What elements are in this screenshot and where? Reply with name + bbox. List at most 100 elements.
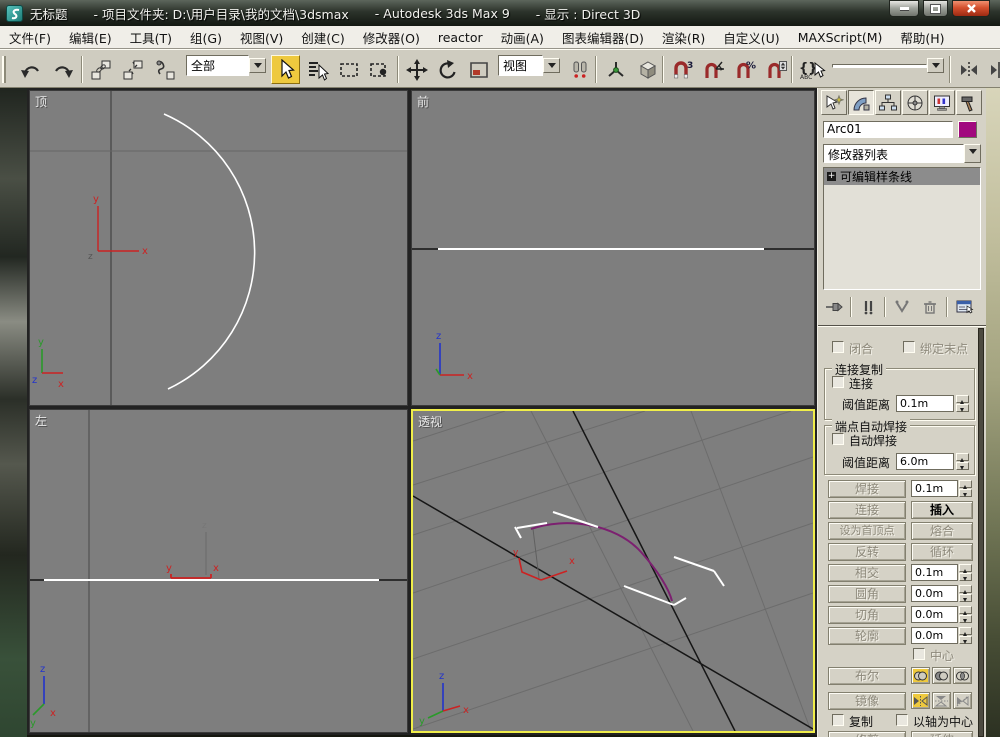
- keyboard-shortcut-override-button[interactable]: [633, 55, 662, 84]
- reverse-button[interactable]: 反转: [828, 543, 906, 561]
- align-button-partial[interactable]: [985, 55, 1000, 84]
- tab-create[interactable]: [821, 90, 847, 115]
- center-checkbox[interactable]: [913, 648, 925, 660]
- auto-weld-checkbox[interactable]: [832, 433, 844, 445]
- fillet-field[interactable]: 0.0m: [911, 585, 958, 602]
- percent-snap-toggle-button[interactable]: %: [731, 55, 760, 84]
- outline-button[interactable]: 轮廓: [828, 627, 906, 645]
- about-pivot-checkbox[interactable]: [896, 714, 908, 726]
- object-name-field[interactable]: Arc01: [823, 121, 953, 138]
- select-and-link-button[interactable]: [86, 55, 115, 84]
- outline-field[interactable]: 0.0m: [911, 627, 958, 644]
- viewport-perspective-label[interactable]: 透视: [418, 413, 442, 430]
- chamfer-field[interactable]: 0.0m: [911, 606, 958, 623]
- fuse-button[interactable]: 熔合: [911, 522, 973, 540]
- angle-snap-toggle-button[interactable]: [699, 55, 728, 84]
- expand-plus-icon[interactable]: +: [827, 172, 836, 181]
- make-unique-button[interactable]: [888, 296, 916, 318]
- viewport-front[interactable]: 前 z x: [411, 90, 815, 406]
- menu-animation[interactable]: 动画(A): [492, 28, 553, 47]
- cross-insert-field[interactable]: 0.1m: [911, 564, 958, 581]
- mirror-vertical-button[interactable]: [932, 692, 951, 709]
- viewport-left-label[interactable]: 左: [35, 412, 47, 429]
- named-selection-sets-button[interactable]: {} ABC: [796, 55, 830, 84]
- tab-motion[interactable]: [902, 90, 928, 115]
- menu-customize[interactable]: 自定义(U): [714, 28, 788, 47]
- named-selection-dropdown[interactable]: [832, 55, 944, 76]
- stack-item-editable-spline[interactable]: + 可编辑样条线: [824, 168, 980, 185]
- menu-help[interactable]: 帮助(H): [891, 28, 953, 47]
- boolean-intersection-button[interactable]: [953, 667, 972, 684]
- configure-modifier-sets-button[interactable]: [950, 296, 978, 318]
- cycle-button[interactable]: 循环: [911, 543, 973, 561]
- undo-button[interactable]: [16, 55, 45, 84]
- viewport-top-label[interactable]: 顶: [35, 93, 47, 110]
- maximize-button[interactable]: [923, 0, 948, 17]
- tab-display[interactable]: [929, 90, 955, 115]
- show-end-result-button[interactable]: [854, 296, 882, 318]
- reference-coordinate-system-dropdown[interactable]: 视图: [498, 55, 560, 76]
- select-and-rotate-button[interactable]: [433, 55, 462, 84]
- copy-checkbox[interactable]: [832, 714, 844, 726]
- menu-tools[interactable]: 工具(T): [121, 28, 181, 47]
- named-selection-dropdown-button[interactable]: [927, 58, 944, 73]
- fillet-spinner[interactable]: [959, 585, 972, 602]
- weld-threshold-field[interactable]: 0.1m: [911, 480, 958, 497]
- select-object-button[interactable]: [271, 55, 300, 84]
- unlink-selection-button[interactable]: [118, 55, 147, 84]
- viewport-left[interactable]: 左 y x z z y x: [29, 409, 408, 733]
- close-checkbox[interactable]: [832, 341, 844, 353]
- mirror-horizontal-button[interactable]: [911, 692, 930, 709]
- redo-button[interactable]: [48, 55, 77, 84]
- rectangular-selection-region-button[interactable]: [334, 55, 363, 84]
- boolean-subtraction-button[interactable]: [932, 667, 951, 684]
- menu-rendering[interactable]: 渲染(R): [653, 28, 714, 47]
- cross-insert-button[interactable]: 相交: [828, 564, 906, 582]
- make-first-button[interactable]: 设为首顶点: [828, 522, 906, 540]
- menu-modifiers[interactable]: 修改器(O): [354, 28, 429, 47]
- connect-copy-checkbox[interactable]: [832, 376, 844, 388]
- menu-maxscript[interactable]: MAXScript(M): [789, 30, 892, 45]
- spinner-snap-toggle-button[interactable]: [762, 55, 791, 84]
- select-by-name-button[interactable]: [303, 55, 332, 84]
- modifier-list-dropdown-button[interactable]: [964, 144, 981, 163]
- select-and-scale-button[interactable]: [464, 55, 493, 84]
- tab-hierarchy[interactable]: [875, 90, 901, 115]
- bind-last-checkbox[interactable]: [903, 341, 915, 353]
- object-color-swatch[interactable]: [958, 121, 977, 138]
- auto-weld-threshold-field[interactable]: 6.0m: [896, 453, 954, 470]
- coord-system-dropdown-button[interactable]: [543, 58, 560, 73]
- chamfer-spinner[interactable]: [959, 606, 972, 623]
- toolbar-drag-handle[interactable]: [2, 56, 9, 83]
- boolean-button[interactable]: 布尔: [828, 667, 906, 685]
- window-crossing-toggle-button[interactable]: [364, 55, 393, 84]
- select-and-move-button[interactable]: [402, 55, 431, 84]
- mirror-both-button[interactable]: [953, 692, 972, 709]
- mirror-button[interactable]: [954, 55, 983, 84]
- chamfer-button[interactable]: 切角: [828, 606, 906, 624]
- menu-create[interactable]: 创建(C): [292, 28, 353, 47]
- modifier-list-dropdown[interactable]: 修改器列表: [823, 144, 981, 163]
- insert-button[interactable]: 插入: [911, 501, 973, 519]
- minimize-button[interactable]: [889, 0, 919, 17]
- use-pivot-point-center-button[interactable]: [565, 55, 594, 84]
- outline-spinner[interactable]: [959, 627, 972, 644]
- auto-weld-threshold-spinner[interactable]: [956, 453, 969, 470]
- tab-modify[interactable]: [848, 90, 874, 115]
- menu-edit[interactable]: 编辑(E): [60, 28, 121, 47]
- pin-stack-button[interactable]: [820, 296, 848, 318]
- weld-button[interactable]: 焊接: [828, 480, 906, 498]
- viewport-perspective-active[interactable]: 透视 x y z y x: [411, 409, 815, 733]
- connect-threshold-field[interactable]: 0.1m: [896, 395, 954, 412]
- trim-button[interactable]: 修剪: [828, 731, 906, 737]
- select-and-manipulate-button[interactable]: [601, 55, 630, 84]
- weld-threshold-spinner[interactable]: [959, 480, 972, 497]
- close-button[interactable]: [952, 0, 990, 17]
- remove-modifier-button[interactable]: [916, 296, 944, 318]
- mirror-spline-button[interactable]: 镜像: [828, 692, 906, 710]
- bind-to-space-warp-button[interactable]: [150, 55, 179, 84]
- rollout-scrollbar[interactable]: [978, 328, 984, 737]
- menu-graph-editors[interactable]: 图表编辑器(D): [553, 28, 653, 47]
- selection-filter-dropdown[interactable]: 全部: [186, 55, 266, 76]
- menu-views[interactable]: 视图(V): [231, 28, 292, 47]
